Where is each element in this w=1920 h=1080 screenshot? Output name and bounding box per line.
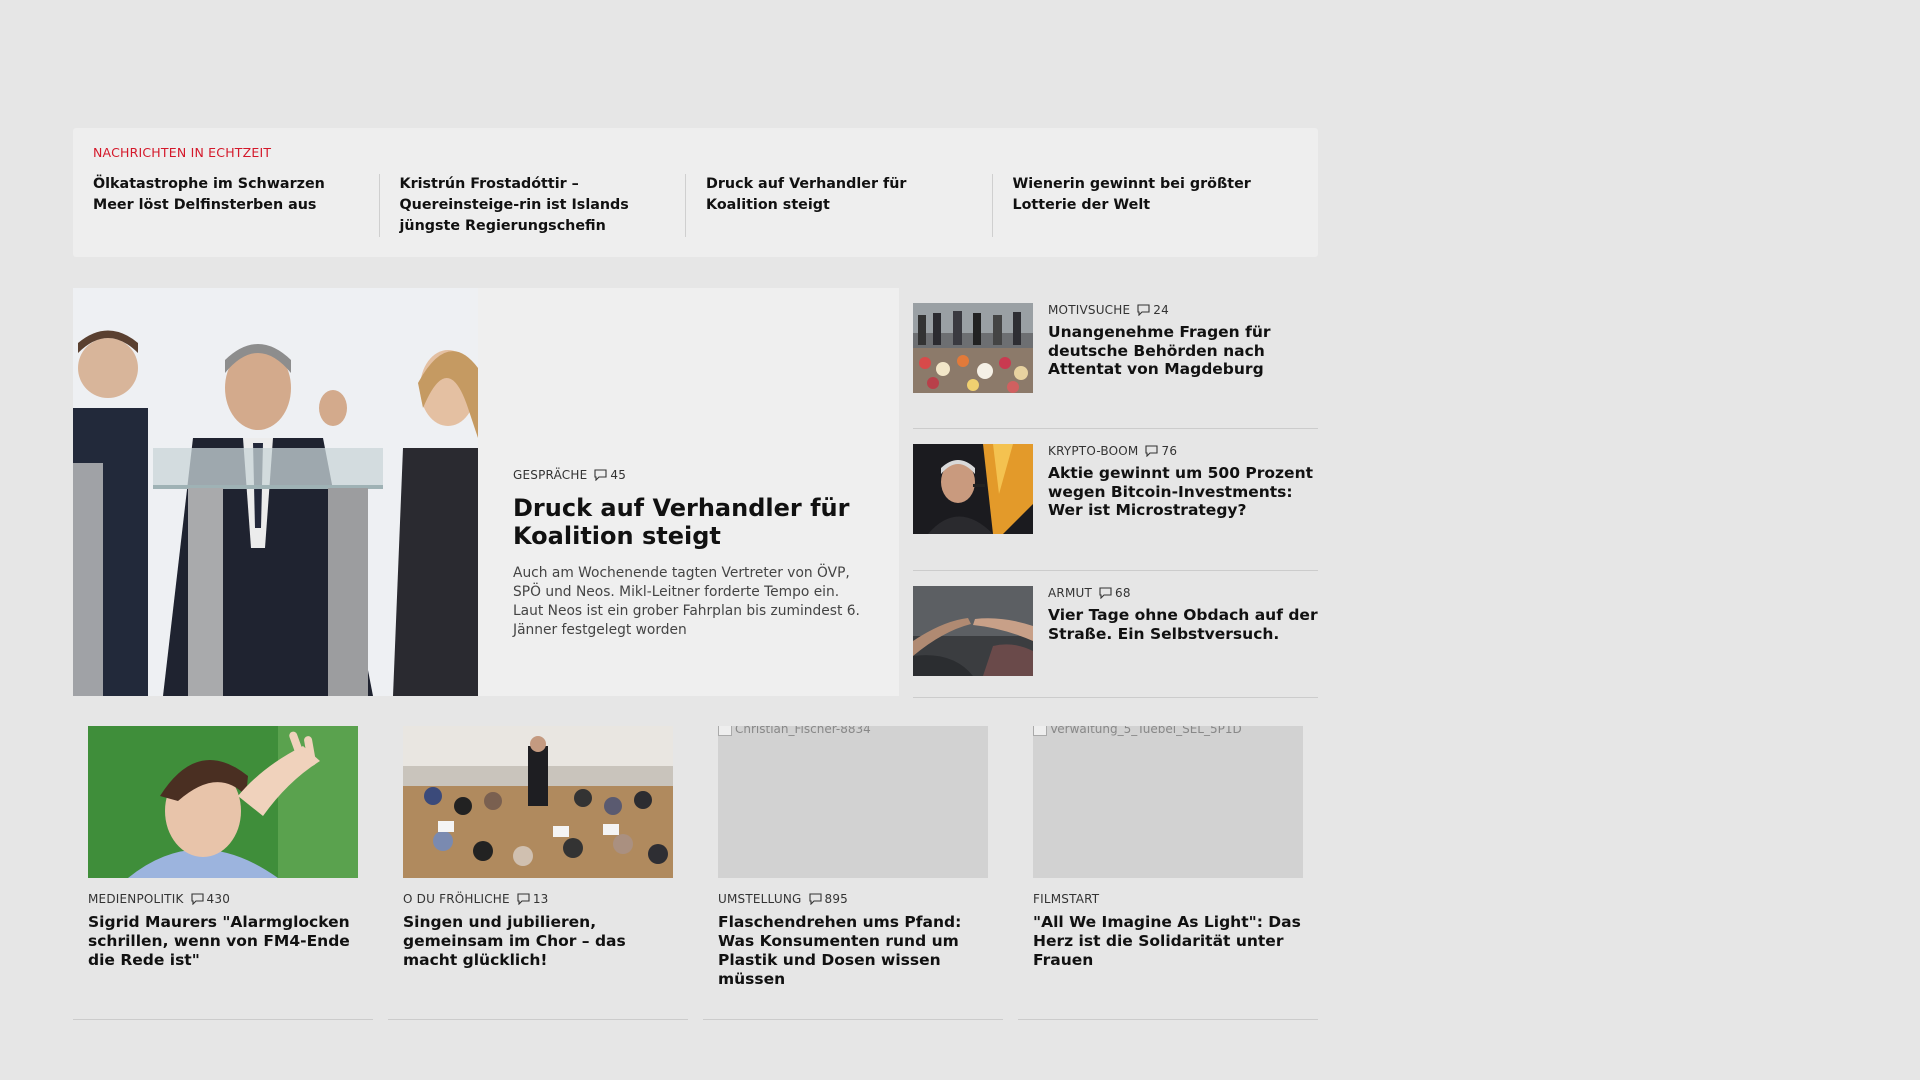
article-kicker: KRYPTO-BOOM 76 (1048, 444, 1318, 458)
choir-photo (403, 726, 673, 878)
article-kicker: ARMUT 68 (1048, 586, 1318, 600)
alt-text: Christian_Fischer-8834 (735, 726, 871, 736)
comment-count[interactable]: 76 (1145, 444, 1177, 458)
side-article[interactable]: MOTIVSUCHE 24 Unangenehme Fragen für deu… (913, 288, 1318, 429)
article-title[interactable]: Singen und jubilieren, gemeinsam im Chor… (403, 913, 673, 970)
comment-icon (594, 469, 607, 481)
comment-count[interactable]: 24 (1137, 303, 1169, 317)
hero-photo (73, 288, 478, 696)
comment-count[interactable]: 430 (190, 892, 231, 906)
article-kicker: MEDIENPOLITIK 430 (88, 892, 358, 906)
teaser-card[interactable]: O DU FRÖHLICHE 13 Singen und jubilieren,… (388, 726, 688, 1020)
side-article-list: MOTIVSUCHE 24 Unangenehme Fragen für deu… (913, 288, 1318, 698)
image-alt-text: Verwaltung_5_Tuebel_SEL_5P1D (1033, 726, 1242, 736)
side-article[interactable]: ARMUT 68 Vier Tage ohne Obdach auf der S… (913, 571, 1318, 698)
article-title[interactable]: Sigrid Maurers "Alarmglocken schrillen, … (88, 913, 358, 970)
kicker-label[interactable]: MEDIENPOLITIK (88, 892, 184, 906)
article-thumbnail[interactable] (403, 726, 673, 878)
speaker-photo (913, 444, 1033, 534)
hero-lead: Auch am Wochenende tagten Vertreter von … (513, 565, 860, 638)
article-thumbnail[interactable] (913, 303, 1033, 393)
comment-count-value: 24 (1153, 303, 1169, 317)
side-article-text: ARMUT 68 Vier Tage ohne Obdach auf der S… (1048, 586, 1318, 697)
hands-photo (913, 586, 1033, 676)
comment-count[interactable]: 68 (1099, 586, 1131, 600)
article-thumbnail[interactable] (913, 586, 1033, 676)
article-title[interactable]: Flaschendrehen ums Pfand: Was Konsumente… (718, 913, 988, 989)
kicker-label[interactable]: MOTIVSUCHE (1048, 303, 1130, 317)
kicker-label[interactable]: GESPRÄCHE (513, 468, 587, 482)
side-article[interactable]: KRYPTO-BOOM 76 Aktie gewinnt um 500 Proz… (913, 429, 1318, 571)
kicker-label[interactable]: FILMSTART (1033, 892, 1099, 906)
kicker-label[interactable]: UMSTELLUNG (718, 892, 802, 906)
comment-icon (517, 893, 530, 905)
ticker-item[interactable]: Druck auf Verhandler für Koalition steig… (685, 174, 992, 237)
comment-icon (1099, 587, 1112, 599)
article-thumbnail[interactable] (913, 444, 1033, 534)
comment-count-value: 45 (610, 468, 627, 482)
article-title[interactable]: Unangenehme Fragen für deutsche Behörden… (1048, 323, 1318, 379)
comment-icon (1145, 445, 1159, 457)
page: NACHRICHTEN IN ECHTZEIT Ölkatastrophe im… (0, 0, 1920, 1080)
kicker-label[interactable]: O DU FRÖHLICHE (403, 892, 510, 906)
broken-image-icon (718, 726, 732, 736)
article-thumbnail[interactable] (88, 726, 358, 878)
broken-image-icon (1033, 726, 1047, 736)
ticker-item[interactable]: Wienerin gewinnt bei größter Lotterie de… (991, 174, 1299, 237)
article-kicker: MOTIVSUCHE 24 (1048, 303, 1318, 317)
article-title[interactable]: Aktie gewinnt um 500 Prozent wegen Bitco… (1048, 464, 1318, 520)
comment-count-value: 76 (1161, 444, 1178, 458)
comment-icon (190, 893, 204, 905)
comment-count-value: 895 (824, 892, 849, 906)
comment-icon (808, 893, 822, 905)
hero-text: GESPRÄCHE 45 Druck auf Verhandler für Ko… (478, 288, 899, 696)
ticker-item[interactable]: Kristrún Frostadóttir – Quereinsteige-ri… (378, 174, 686, 237)
article-thumbnail-broken[interactable]: Christian_Fischer-8834 (718, 726, 988, 878)
comment-count-value: 430 (206, 892, 231, 906)
comment-count[interactable]: 895 (808, 892, 849, 906)
hero-title[interactable]: Druck auf Verhandler für Koalition steig… (513, 494, 869, 550)
hero-image[interactable] (73, 288, 478, 696)
article-title[interactable]: Vier Tage ohne Obdach auf der Straße. Ei… (1048, 606, 1318, 643)
ticker-label[interactable]: NACHRICHTEN IN ECHTZEIT (93, 145, 1298, 160)
article-title[interactable]: "All We Imagine As Light": Das Herz ist … (1033, 913, 1303, 970)
article-kicker: O DU FRÖHLICHE 13 (403, 892, 673, 906)
ticker-item[interactable]: Ölkatastrophe im Schwarzen Meer löst Del… (93, 174, 379, 237)
image-alt-text: Christian_Fischer-8834 (718, 726, 871, 736)
side-article-text: MOTIVSUCHE 24 Unangenehme Fragen für deu… (1048, 303, 1318, 428)
realtime-news-ticker: NACHRICHTEN IN ECHTZEIT Ölkatastrophe im… (73, 128, 1318, 257)
kicker-label[interactable]: ARMUT (1048, 586, 1092, 600)
memorial-photo (913, 303, 1033, 393)
article-thumbnail-broken[interactable]: Verwaltung_5_Tuebel_SEL_5P1D (1033, 726, 1303, 878)
comment-count[interactable]: 13 (517, 892, 549, 906)
hero-kicker: GESPRÄCHE 45 (513, 468, 869, 482)
side-article-text: KRYPTO-BOOM 76 Aktie gewinnt um 500 Proz… (1048, 444, 1318, 570)
portrait-photo (88, 726, 358, 878)
teaser-card[interactable]: Christian_Fischer-8834 UMSTELLUNG 895 Fl… (703, 726, 1003, 1020)
teaser-card[interactable]: Verwaltung_5_Tuebel_SEL_5P1D FILMSTART "… (1018, 726, 1318, 1020)
ticker-items: Ölkatastrophe im Schwarzen Meer löst Del… (93, 174, 1298, 237)
comment-icon (1137, 304, 1150, 316)
article-kicker: FILMSTART (1033, 892, 1303, 906)
bottom-article-row: MEDIENPOLITIK 430 Sigrid Maurers "Alarmg… (73, 726, 1318, 1020)
comment-count-value: 68 (1115, 586, 1131, 600)
comment-count[interactable]: 45 (594, 468, 626, 482)
kicker-label[interactable]: KRYPTO-BOOM (1048, 444, 1138, 458)
comment-count-value: 13 (532, 892, 549, 906)
alt-text: Verwaltung_5_Tuebel_SEL_5P1D (1050, 726, 1242, 736)
article-kicker: UMSTELLUNG 895 (718, 892, 988, 906)
hero-article[interactable]: GESPRÄCHE 45 Druck auf Verhandler für Ko… (73, 288, 899, 696)
teaser-card[interactable]: MEDIENPOLITIK 430 Sigrid Maurers "Alarmg… (73, 726, 373, 1020)
